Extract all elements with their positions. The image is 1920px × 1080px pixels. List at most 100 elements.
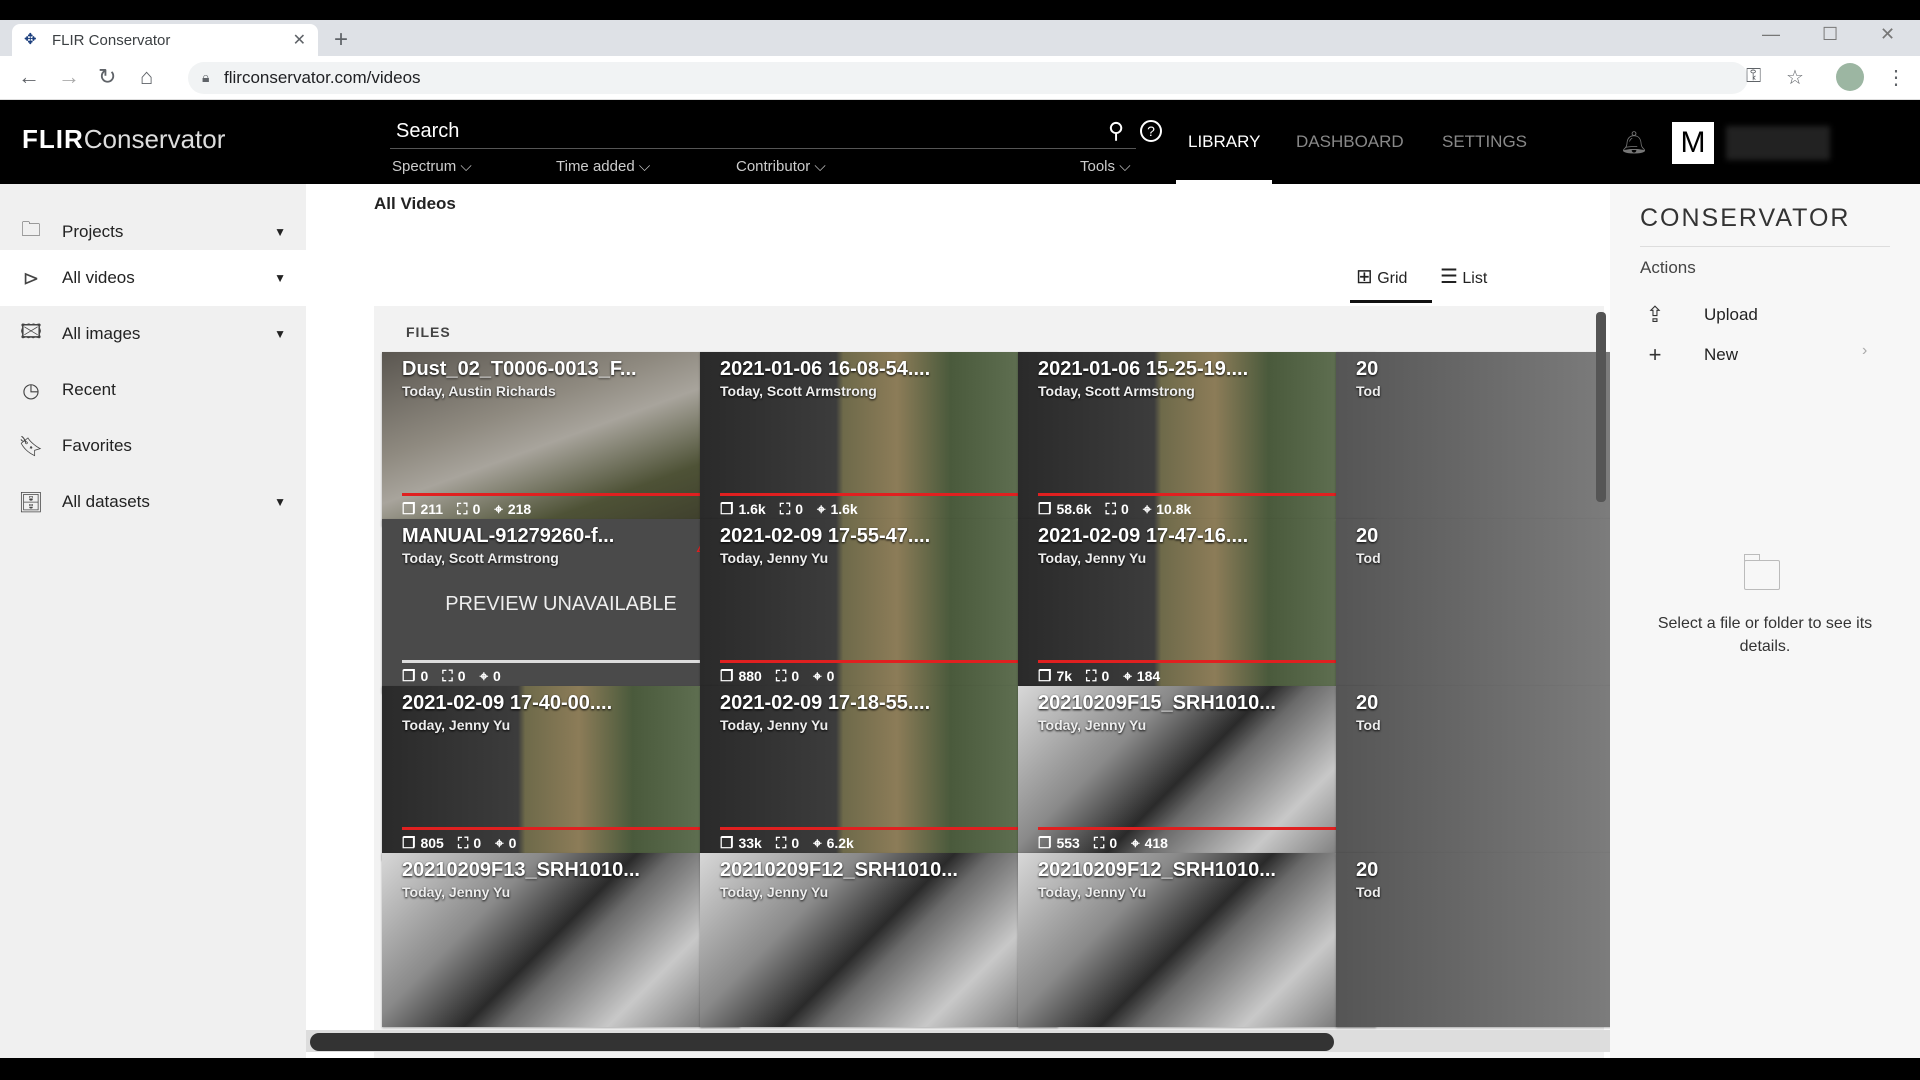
progress-bar xyxy=(402,493,718,496)
video-title[interactable]: 20 xyxy=(1356,358,1378,381)
sidebar-item-recent[interactable]: ◷ Recent xyxy=(0,362,306,418)
video-card[interactable]: 20 Tod xyxy=(1336,853,1610,1027)
progress-bar xyxy=(720,493,1036,496)
video-subtitle: Today, Jenny Yu xyxy=(1038,884,1147,900)
caret-down-icon[interactable]: ▼ xyxy=(274,495,286,509)
close-window-icon[interactable]: ✕ xyxy=(1880,24,1895,45)
video-card[interactable]: 20210209F13_SRH1010... Today, Jenny Yu xyxy=(382,853,740,1027)
vertical-scrollbar[interactable] xyxy=(1596,312,1606,502)
video-card[interactable]: Dust_02_T0006-0013_F... Today, Austin Ric… xyxy=(382,352,740,526)
detections-count: ⌖ 218 xyxy=(494,500,531,518)
browser-menu-icon[interactable]: ⋮ xyxy=(1886,65,1906,90)
list-view-button[interactable]: ☰ List xyxy=(1440,264,1487,289)
video-card[interactable]: 20 Tod xyxy=(1336,686,1610,860)
bookmark-star-icon[interactable]: ☆ xyxy=(1786,65,1804,90)
video-title[interactable]: 2021-02-09 17-47-16.... xyxy=(1038,525,1248,548)
sidebar-item-all-datasets[interactable]: 🗄︎ All datasets ▼ xyxy=(0,474,306,530)
detections-count: ⌖ 6.2k xyxy=(813,834,854,852)
video-title[interactable]: 20210209F12_SRH1010... xyxy=(1038,859,1276,882)
sidebar-item-favorites[interactable]: 🔖︎ Favorites xyxy=(0,418,306,474)
video-title[interactable]: 20210209F12_SRH1010... xyxy=(720,859,958,882)
nav-dashboard[interactable]: DASHBOARD xyxy=(1296,132,1404,152)
video-card[interactable]: 2021-01-06 16-08-54.... Today, Scott Arms… xyxy=(700,352,1058,526)
sidebar-item-all-images[interactable]: 🖾 All images ▼ xyxy=(0,306,306,362)
flir-favicon-icon: ✥ xyxy=(24,31,37,48)
filter-contributor[interactable]: Contributor ⌵ xyxy=(736,158,826,175)
video-title[interactable]: Dust_02_T0006-0013_F... xyxy=(402,358,637,381)
video-card[interactable]: 2021-02-09 17-55-47.... Today, Jenny Yu ❐ 8… xyxy=(700,519,1058,693)
video-card[interactable]: 2021-02-09 17-18-55.... Today, Jenny Yu ❐ 3… xyxy=(700,686,1058,860)
search-icon[interactable]: ⚲ xyxy=(1108,118,1124,144)
video-card[interactable]: 2021-01-06 15-25-19.... Today, Scott Arms… xyxy=(1018,352,1376,526)
progress-bar xyxy=(402,827,718,830)
frames-count: ❐ 33k xyxy=(720,834,762,852)
user-name-redacted[interactable] xyxy=(1726,126,1830,160)
user-avatar[interactable]: M xyxy=(1672,122,1714,164)
upload-button[interactable]: ⇪ Upload xyxy=(1640,302,1758,328)
nav-library[interactable]: LIBRARY xyxy=(1188,132,1260,152)
video-title[interactable]: 2021-01-06 16-08-54.... xyxy=(720,358,930,381)
video-title[interactable]: 20210209F13_SRH1010... xyxy=(402,859,640,882)
video-card[interactable]: 20210209F15_SRH1010... Today, Jenny Yu ❐ 55… xyxy=(1018,686,1376,860)
video-card[interactable]: 2021-02-09 17-47-16.... Today, Jenny Yu ❐ 7… xyxy=(1018,519,1376,693)
video-title[interactable]: 20 xyxy=(1356,525,1378,548)
new-tab-button[interactable]: + xyxy=(334,26,348,54)
filter-time-added[interactable]: Time added ⌵ xyxy=(556,158,650,175)
video-title[interactable]: 20210209F15_SRH1010... xyxy=(1038,692,1276,715)
video-title[interactable]: 20 xyxy=(1356,859,1378,882)
video-stats: ❐ 33k ⛶ 0 ⌖ 6.2k xyxy=(720,834,854,853)
video-title[interactable]: 20 xyxy=(1356,692,1378,715)
sidebar-item-label: All videos xyxy=(62,268,135,287)
video-title[interactable]: MANUAL-91279260-f... xyxy=(402,525,614,548)
annotations-value: 0 xyxy=(473,835,482,851)
maximize-icon[interactable]: ☐ xyxy=(1822,24,1838,45)
frames-count: ❐ 58.6k xyxy=(1038,500,1092,518)
horizontal-scrollbar[interactable] xyxy=(310,1033,1334,1051)
sidebar-item-all-videos[interactable]: ⊳ All videos ▼ xyxy=(0,250,306,306)
caret-down-icon[interactable]: ▼ xyxy=(274,327,286,341)
reload-icon[interactable]: ↻ xyxy=(98,64,116,90)
video-card[interactable]: MANUAL-91279260-f... Today, Scott Armstro… xyxy=(382,519,740,693)
video-card[interactable]: 20210209F12_SRH1010... Today, Jenny Yu xyxy=(700,853,1058,1027)
video-stats: ❐ 7k ⛶ 0 ⌖ 184 xyxy=(1038,667,1160,686)
browser-profile-avatar[interactable] xyxy=(1836,63,1864,91)
address-bar[interactable]: 🔒︎ flirconservator.com/videos xyxy=(188,62,1748,94)
video-card[interactable]: 20210209F12_SRH1010... Today, Jenny Yu xyxy=(1018,853,1376,1027)
new-button[interactable]: + New xyxy=(1640,342,1738,368)
detection-icon: ⌖ xyxy=(1131,834,1140,852)
video-title[interactable]: 2021-02-09 17-18-55.... xyxy=(720,692,930,715)
filter-tools-label: Tools xyxy=(1080,158,1116,175)
flir-logo[interactable]: FLIRConservator xyxy=(22,124,225,155)
image-icon: 🖾 xyxy=(20,321,42,343)
detections-value: 218 xyxy=(507,501,532,517)
back-icon[interactable]: ← xyxy=(18,64,40,90)
caret-down-icon[interactable]: ▼ xyxy=(274,225,286,239)
filter-spectrum[interactable]: Spectrum ⌵ xyxy=(392,158,472,175)
browser-tab[interactable]: ✥ FLIR Conservator ✕ xyxy=(12,24,318,56)
grid-view-button[interactable]: ⊞ Grid xyxy=(1356,264,1407,289)
browser-toolbar: ← → ↻ ⌂ 🔒︎ flirconservator.com/videos ⚿ … xyxy=(0,56,1920,100)
filter-tools[interactable]: Tools ⌵ xyxy=(1080,158,1131,175)
video-title[interactable]: 2021-01-06 15-25-19.... xyxy=(1038,358,1248,381)
forward-icon[interactable]: → xyxy=(58,64,80,90)
frames-icon: ❐ xyxy=(402,501,416,518)
video-card[interactable]: 20 Tod xyxy=(1336,352,1610,526)
video-card[interactable]: 2021-02-09 17-40-00.... Today, Jenny Yu ❐ 8… xyxy=(382,686,740,860)
key-icon[interactable]: ⚿ xyxy=(1746,65,1761,88)
home-icon[interactable]: ⌂ xyxy=(140,64,153,90)
search-input[interactable]: Search xyxy=(396,120,459,143)
nav-settings[interactable]: SETTINGS xyxy=(1442,132,1527,152)
close-tab-icon[interactable]: ✕ xyxy=(293,30,306,50)
caret-down-icon[interactable]: ▼ xyxy=(274,271,286,285)
panel-title: CONSERVATOR xyxy=(1640,204,1851,232)
video-title[interactable]: 2021-02-09 17-55-47.... xyxy=(720,525,930,548)
notification-bell-icon[interactable]: 🔔︎ xyxy=(1620,130,1648,156)
video-card[interactable]: 20 Tod xyxy=(1336,519,1610,693)
video-stats: ❐ 0 ⛶ 0 ⌖ 0 xyxy=(402,667,501,686)
frames-icon: ❐ xyxy=(402,835,416,852)
annotations-value: 0 xyxy=(1101,668,1110,684)
video-title[interactable]: 2021-02-09 17-40-00.... xyxy=(402,692,612,715)
help-icon[interactable]: ? xyxy=(1140,120,1162,142)
minimize-icon[interactable]: — xyxy=(1762,24,1780,45)
annotations-value: 0 xyxy=(791,668,800,684)
